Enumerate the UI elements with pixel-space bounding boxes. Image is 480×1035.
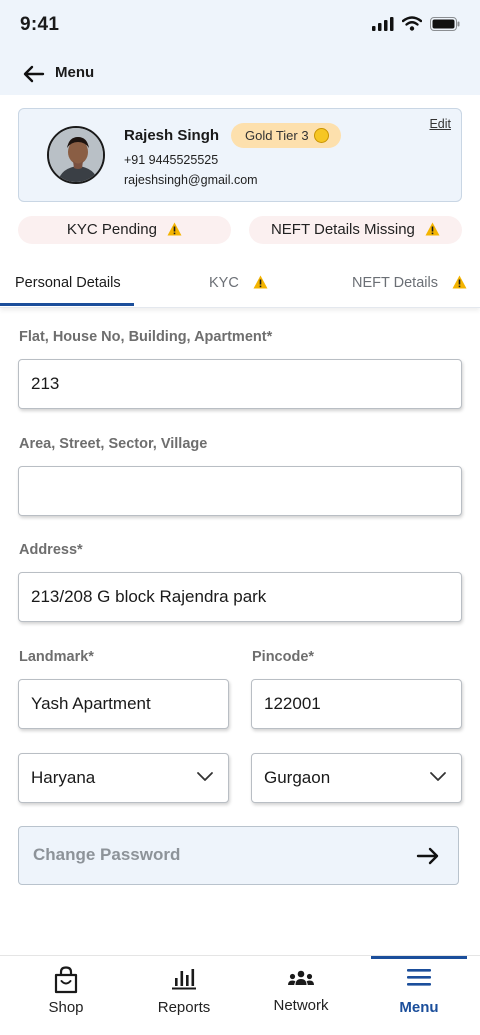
- city-select[interactable]: Gurgaon: [251, 753, 462, 803]
- nav-shop[interactable]: Shop: [6, 956, 126, 1035]
- back-arrow-icon[interactable]: [22, 62, 46, 86]
- battery-icon: [430, 16, 460, 31]
- profile-email: rajeshsingh@gmail.com: [124, 173, 258, 187]
- shopping-bag-icon: [54, 966, 78, 994]
- nav-label: Network: [273, 997, 329, 1014]
- warning-icon: [452, 275, 467, 289]
- active-tab-indicator: [0, 303, 134, 306]
- neft-missing-chip: NEFT Details Missing: [249, 216, 462, 244]
- tab-personal-details[interactable]: Personal Details: [15, 262, 121, 308]
- page-title: Menu: [55, 64, 95, 81]
- tab-label: KYC: [209, 275, 239, 291]
- area-label: Area, Street, Sector, Village: [19, 436, 208, 452]
- tab-bar: Personal Details KYC NEFT Details: [0, 262, 480, 308]
- city-value: Gurgaon: [264, 768, 331, 787]
- system-icons: [372, 16, 460, 31]
- tab-label: Personal Details: [15, 275, 121, 291]
- profile-phone: +91 9445525525: [124, 153, 219, 167]
- kyc-pending-label: KYC Pending: [66, 221, 157, 238]
- profile-card: Rajesh Singh Gold Tier 3 +91 9445525525 …: [18, 108, 462, 202]
- nav-label: Reports: [157, 999, 211, 1016]
- avatar: [47, 126, 105, 184]
- nav-menu[interactable]: Menu: [359, 956, 479, 1035]
- landmark-input[interactable]: Yash Apartment: [18, 679, 229, 729]
- flat-label: Flat, House No, Building, Apartment*: [19, 329, 273, 345]
- profile-name: Rajesh Singh: [124, 127, 220, 144]
- nav-bar: Menu: [0, 50, 480, 95]
- tier-label: Gold Tier 3: [245, 128, 309, 143]
- tab-neft-details[interactable]: NEFT Details: [352, 262, 467, 308]
- bar-chart-icon: [172, 969, 196, 990]
- pincode-label: Pincode*: [252, 649, 315, 665]
- tab-kyc[interactable]: KYC: [209, 262, 268, 308]
- pincode-input[interactable]: 122001: [251, 679, 462, 729]
- warning-icon: [253, 275, 268, 289]
- arrow-right-icon: [416, 847, 439, 865]
- bottom-nav: Shop Reports Network Menu: [0, 955, 480, 1035]
- tier-badge: Gold Tier 3: [231, 123, 341, 148]
- kyc-pending-chip: KYC Pending: [18, 216, 231, 244]
- top-header: 9:41 Menu: [0, 0, 480, 95]
- people-icon: [288, 970, 314, 985]
- warning-icon: [425, 222, 440, 236]
- landmark-label: Landmark*: [19, 649, 94, 665]
- active-nav-indicator: [371, 956, 467, 959]
- nav-label: Menu: [399, 999, 439, 1016]
- flat-input[interactable]: 213: [18, 359, 462, 409]
- change-password-label: Change Password: [33, 845, 181, 864]
- nav-reports[interactable]: Reports: [124, 956, 244, 1035]
- area-input[interactable]: [18, 466, 462, 516]
- nav-network[interactable]: Network: [241, 956, 361, 1035]
- wifi-icon: [402, 16, 422, 31]
- warning-icon: [167, 222, 182, 236]
- status-bar: 9:41: [0, 0, 480, 50]
- tab-label: NEFT Details: [352, 275, 438, 291]
- coin-icon: [313, 128, 329, 143]
- edit-profile-link[interactable]: Edit: [429, 117, 451, 131]
- neft-missing-label: NEFT Details Missing: [270, 221, 415, 238]
- nav-label: Shop: [48, 999, 84, 1016]
- profile-page: 9:41 Menu Rajesh Singh Gold Tier 3 +91 9…: [0, 0, 480, 1035]
- change-password-button[interactable]: Change Password: [18, 826, 459, 885]
- signal-icon: [372, 16, 394, 31]
- hamburger-menu-icon: [407, 969, 431, 986]
- address-input[interactable]: 213/208 G block Rajendra park: [18, 572, 462, 622]
- status-time: 9:41: [20, 14, 60, 35]
- chevron-down-icon: [197, 772, 213, 781]
- state-select[interactable]: Haryana: [18, 753, 229, 803]
- chevron-down-icon: [430, 772, 446, 781]
- state-value: Haryana: [31, 768, 96, 787]
- address-label: Address*: [19, 542, 83, 558]
